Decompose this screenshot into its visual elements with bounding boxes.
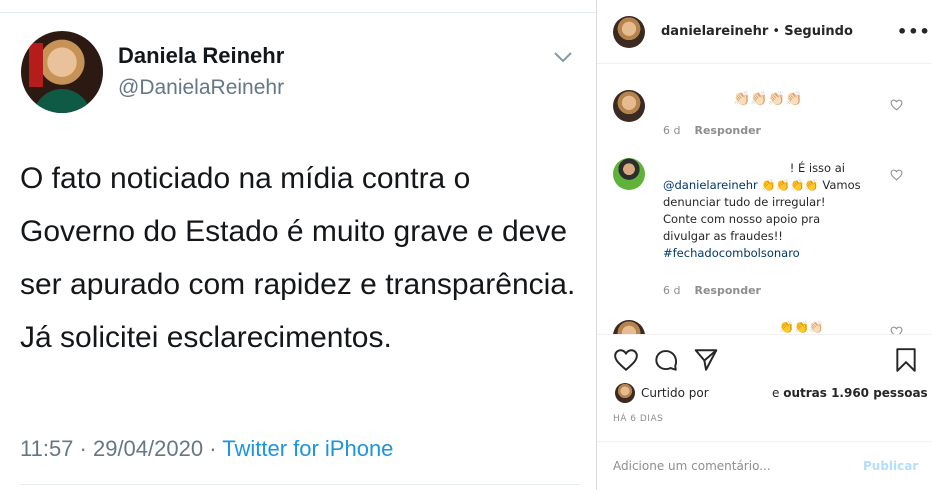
- liked-by-label: Curtido por: [641, 386, 709, 400]
- author-name[interactable]: Daniela Reinehr: [118, 43, 284, 69]
- heart-icon[interactable]: [890, 99, 903, 111]
- reply-button[interactable]: Responder: [694, 284, 761, 297]
- add-comment-bar: Publicar: [597, 441, 932, 490]
- separator-dot: •: [768, 24, 785, 39]
- reply-button[interactable]: Responder: [694, 124, 761, 137]
- comments-list[interactable]: 👏🏻👏🏻👏🏻👏🏻 6 d Responder ! É isso ai @danie…: [597, 64, 932, 334]
- hashtag-link[interactable]: #fechadocombolsonaro: [663, 246, 800, 260]
- post-header: danielareinehr • Seguindo •••: [597, 0, 932, 64]
- divider: [20, 484, 580, 485]
- comment-text: 👏🏻👏🏻👏🏻👏🏻: [733, 91, 803, 107]
- comment-age: 6 d: [663, 284, 681, 297]
- likes-count-link[interactable]: outras 1.960 pessoas: [783, 386, 928, 400]
- profile-avatar[interactable]: [21, 31, 103, 113]
- tweet-timestamp[interactable]: 11:57 · 29/04/2020 ·: [20, 436, 222, 461]
- heart-icon[interactable]: [890, 326, 903, 334]
- share-icon[interactable]: [693, 347, 719, 373]
- mention-link[interactable]: @danielareinehr: [663, 178, 758, 192]
- divider: [0, 12, 596, 13]
- instagram-post-panel: danielareinehr • Seguindo ••• 👏🏻👏🏻👏🏻👏🏻 6…: [596, 0, 932, 490]
- avatar-shoulders: [33, 89, 91, 113]
- publish-button[interactable]: Publicar: [863, 459, 918, 473]
- likes-summary: e outras 1.960 pessoas: [772, 386, 928, 400]
- bookmark-icon[interactable]: [893, 347, 919, 373]
- tweet-card: Daniela Reinehr @DanielaReinehr O fato n…: [0, 0, 596, 490]
- comment-emojis: 👏👏👏👏: [757, 178, 819, 192]
- tweet-text: O fato noticiado na mídia contra o Gover…: [20, 162, 576, 354]
- comment-text: ! É isso ai @danielareinehr 👏👏👏👏 Vamos d…: [663, 160, 863, 262]
- commenter-avatar[interactable]: [613, 158, 645, 190]
- commenter-avatar[interactable]: [613, 90, 645, 122]
- heart-icon[interactable]: [613, 347, 639, 373]
- likes-connector: e: [772, 386, 784, 400]
- chevron-down-icon[interactable]: [553, 50, 573, 64]
- tweet-meta: 11:57 · 29/04/2020 · Twitter for iPhone: [20, 436, 393, 462]
- comment-first-line: ! É isso ai: [789, 161, 845, 175]
- heart-icon[interactable]: [890, 169, 903, 181]
- comment-meta: 6 d Responder: [663, 124, 761, 137]
- comment-text: 👏👏👏🏻: [779, 320, 824, 334]
- post-actions: Curtido por e outras 1.960 pessoas HÁ 6 …: [597, 334, 932, 490]
- post-timestamp[interactable]: HÁ 6 DIAS: [613, 414, 663, 424]
- more-icon[interactable]: •••: [897, 22, 930, 41]
- author-handle[interactable]: @DanielaReinehr: [118, 76, 284, 100]
- comment-input[interactable]: [613, 456, 843, 476]
- following-label[interactable]: Seguindo: [784, 24, 853, 39]
- comment-icon[interactable]: [653, 347, 679, 373]
- tweet-source-link[interactable]: Twitter for iPhone: [222, 436, 393, 461]
- liker-avatar[interactable]: [615, 383, 635, 403]
- author-username[interactable]: danielareinehr: [661, 24, 768, 39]
- flag-background: [29, 43, 43, 87]
- post-author: danielareinehr • Seguindo: [661, 24, 853, 39]
- author-avatar[interactable]: [613, 16, 645, 48]
- comment-meta: 6 d Responder: [663, 284, 761, 297]
- comment-age: 6 d: [663, 124, 681, 137]
- commenter-avatar[interactable]: [613, 320, 645, 334]
